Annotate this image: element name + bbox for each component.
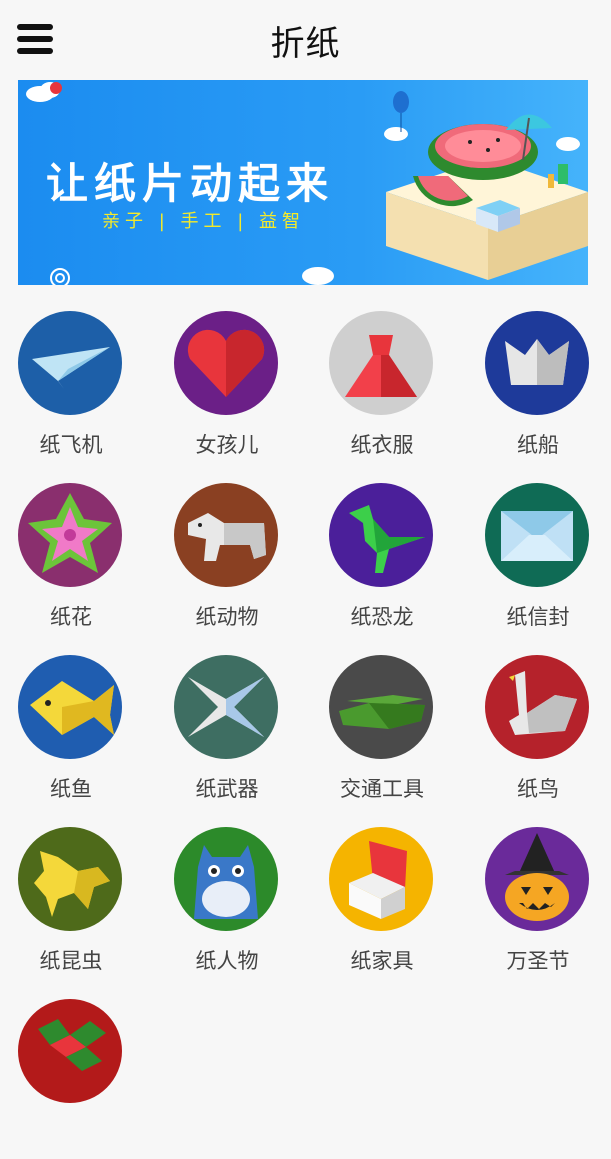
- shuriken-icon: [174, 655, 278, 759]
- swan-icon: [485, 655, 589, 759]
- category-vehicle[interactable]: 交通工具: [307, 655, 457, 815]
- dinosaur-icon: [329, 483, 433, 587]
- category-label: 纸信封: [506, 605, 570, 629]
- chair-icon: [329, 827, 433, 931]
- boat-icon: [485, 311, 589, 415]
- category-label: 纸家具: [350, 949, 414, 973]
- category-boat[interactable]: 纸船: [463, 311, 611, 471]
- fish-icon: [18, 655, 122, 759]
- category-insect[interactable]: 纸昆虫: [0, 827, 146, 987]
- category-furniture[interactable]: 纸家具: [307, 827, 457, 987]
- flower-icon: [18, 483, 122, 587]
- envelope-icon: [485, 483, 589, 587]
- category-label: 交通工具: [340, 777, 424, 801]
- category-label: 女孩儿: [195, 433, 259, 457]
- banner-tagline: 亲子 | 手工 | 益智: [102, 211, 306, 232]
- category-geometric[interactable]: [0, 999, 146, 1159]
- category-label: 万圣节: [506, 949, 570, 973]
- category-animal[interactable]: 纸动物: [152, 483, 302, 643]
- category-label: 纸飞机: [39, 433, 103, 457]
- banner-headline: 让纸片动起来: [46, 159, 335, 208]
- category-paper-plane[interactable]: 纸飞机: [0, 311, 146, 471]
- category-halloween[interactable]: 万圣节: [463, 827, 611, 987]
- page-title: 折纸: [270, 24, 341, 64]
- category-girl[interactable]: 女孩儿: [152, 311, 302, 471]
- category-label: 纸船: [517, 433, 559, 457]
- category-weapon[interactable]: 纸武器: [152, 655, 302, 815]
- category-label: 纸鸟: [517, 777, 559, 801]
- category-label: 纸昆虫: [39, 949, 103, 973]
- category-label: 纸人物: [195, 949, 259, 973]
- promo-banner[interactable]: 让纸片动起来 亲子 | 手工 | 益智: [18, 80, 588, 285]
- totoro-icon: [174, 827, 278, 931]
- bear-icon: [174, 483, 278, 587]
- category-fish[interactable]: 纸鱼: [0, 655, 146, 815]
- geometric-pattern-icon: [18, 999, 122, 1103]
- category-label: 纸武器: [195, 777, 259, 801]
- category-dinosaur[interactable]: 纸恐龙: [307, 483, 457, 643]
- dress-icon: [329, 311, 433, 415]
- tank-icon: [329, 655, 433, 759]
- category-label: 纸花: [50, 605, 92, 629]
- heart-icon: [174, 311, 278, 415]
- paper-plane-icon: [18, 311, 122, 415]
- category-label: 纸鱼: [50, 777, 92, 801]
- category-envelope[interactable]: 纸信封: [463, 483, 611, 643]
- category-label: 纸恐龙: [350, 605, 414, 629]
- category-bird[interactable]: 纸鸟: [463, 655, 611, 815]
- category-clothes[interactable]: 纸衣服: [307, 311, 457, 471]
- category-flower[interactable]: 纸花: [0, 483, 146, 643]
- category-label: 纸衣服: [350, 433, 414, 457]
- category-label: 纸动物: [195, 605, 259, 629]
- app-header: 折纸: [0, 0, 611, 80]
- frog-insect-icon: [18, 827, 122, 931]
- category-character[interactable]: 纸人物: [152, 827, 302, 987]
- pumpkin-icon: [485, 827, 589, 931]
